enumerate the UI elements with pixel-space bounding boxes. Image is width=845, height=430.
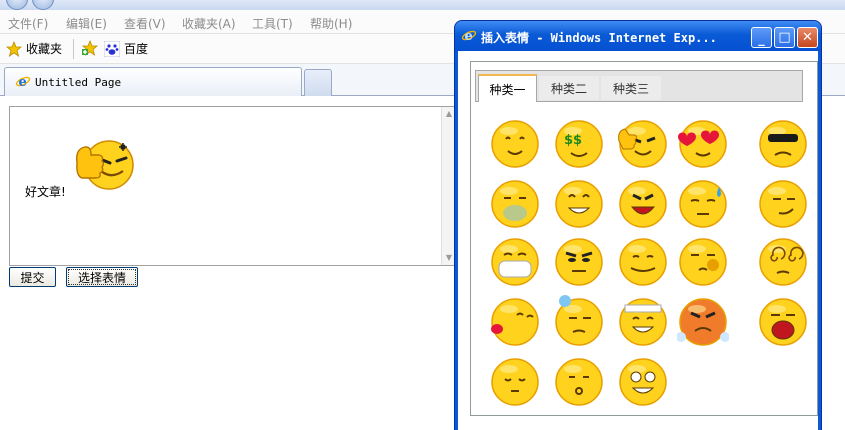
heart-eyes-emoticon[interactable] bbox=[677, 117, 729, 169]
scroll-up-arrow-icon[interactable]: ▲ bbox=[444, 109, 454, 119]
silly-emoticon[interactable] bbox=[617, 355, 669, 407]
add-favorite-icon bbox=[81, 40, 99, 56]
grin-emoticon[interactable] bbox=[553, 177, 605, 229]
forward-button[interactable] bbox=[32, 0, 54, 10]
crying-emoticon[interactable] bbox=[757, 295, 809, 347]
textarea-content: 好文章! bbox=[25, 185, 66, 199]
popup-title-bar[interactable]: e 插入表情 - Windows Internet Exp... _ □ ✕ bbox=[455, 21, 821, 51]
popup-title: 插入表情 - Windows Internet Exp... bbox=[481, 31, 717, 45]
emoticon-panel: 种类一 种类二 种类三 $$ bbox=[470, 61, 818, 416]
submit-button[interactable]: 提交 bbox=[9, 267, 56, 287]
mask-emoticon[interactable] bbox=[489, 235, 541, 287]
awkward-smile-emoticon[interactable] bbox=[617, 235, 669, 287]
menu-file[interactable]: 文件(F) bbox=[8, 15, 48, 32]
star-icon bbox=[6, 40, 22, 57]
tab-category-1[interactable]: 种类一 bbox=[478, 74, 537, 102]
svg-text:e: e bbox=[19, 75, 27, 89]
sick-emoticon[interactable] bbox=[489, 177, 541, 229]
ie-logo-icon: e bbox=[15, 73, 31, 92]
tab-category-3[interactable]: 种类三 bbox=[601, 76, 661, 100]
smile-emoticon[interactable] bbox=[489, 117, 541, 169]
money-eyes-emoticon[interactable]: $$ bbox=[553, 117, 605, 169]
baidu-label: 百度 bbox=[124, 42, 149, 56]
smirk-emoticon[interactable] bbox=[757, 177, 809, 229]
furious-emoticon[interactable] bbox=[617, 177, 669, 229]
menu-tools[interactable]: 工具(T) bbox=[252, 15, 293, 32]
confused-emoticon[interactable] bbox=[677, 235, 729, 287]
comment-textarea[interactable]: 好文章! ▲ ▼ bbox=[9, 106, 456, 266]
angry-shades-emoticon[interactable] bbox=[757, 117, 809, 169]
popup-body: 种类一 种类二 种类三 $$ bbox=[458, 51, 818, 430]
close-icon: ✕ bbox=[802, 30, 813, 45]
insert-emoticon-window: e 插入表情 - Windows Internet Exp... _ □ ✕ 种… bbox=[454, 20, 822, 430]
sweat-drop-emoticon[interactable] bbox=[677, 177, 729, 229]
window-top-edge bbox=[0, 0, 845, 10]
svg-text:$$: $$ bbox=[564, 133, 582, 148]
svg-text:e: e bbox=[465, 29, 473, 43]
menu-help[interactable]: 帮助(H) bbox=[310, 15, 352, 32]
minimize-icon: _ bbox=[758, 32, 765, 47]
favorites-button[interactable]: 收藏夹 bbox=[6, 40, 62, 57]
page-content: 好文章! ▲ ▼ 提交 选择表情 bbox=[0, 97, 458, 430]
menu-view[interactable]: 查看(V) bbox=[124, 15, 166, 32]
new-tab-button[interactable] bbox=[304, 69, 332, 96]
popup-ie-logo-icon: e bbox=[461, 27, 477, 46]
tab-title: Untitled Page bbox=[35, 75, 122, 89]
bandage-laugh-emoticon[interactable] bbox=[617, 295, 669, 347]
favorites-label: 收藏夹 bbox=[26, 42, 63, 56]
whistle-emoticon[interactable] bbox=[553, 355, 605, 407]
glare-emoticon[interactable] bbox=[553, 235, 605, 287]
tab-category-2[interactable]: 种类二 bbox=[539, 76, 599, 100]
close-button[interactable]: ✕ bbox=[797, 27, 818, 48]
sleepy-emoticon[interactable] bbox=[489, 355, 541, 407]
tab-untitled-page[interactable]: e Untitled Page bbox=[4, 67, 302, 96]
maximize-icon: □ bbox=[778, 30, 791, 45]
thumbs-up-emoticon-inserted bbox=[73, 137, 135, 196]
favorites-separator bbox=[73, 39, 74, 59]
textarea-scrollbar[interactable]: ▲ ▼ bbox=[441, 107, 455, 265]
menu-edit[interactable]: 编辑(E) bbox=[66, 15, 107, 32]
steaming-angry-emoticon[interactable] bbox=[677, 295, 729, 347]
nervous-sweat-emoticon[interactable] bbox=[553, 295, 605, 347]
maximize-button[interactable]: □ bbox=[774, 27, 795, 48]
emoticon-category-tabs: 种类一 种类二 种类三 bbox=[475, 70, 803, 102]
add-favorite-button[interactable] bbox=[81, 40, 99, 56]
minimize-button[interactable]: _ bbox=[751, 27, 772, 48]
scroll-down-arrow-icon[interactable]: ▼ bbox=[444, 253, 454, 263]
baidu-link[interactable]: 百度 bbox=[104, 40, 148, 57]
dizzy-emoticon[interactable] bbox=[757, 235, 809, 287]
choose-emoticon-button[interactable]: 选择表情 bbox=[66, 267, 138, 287]
thumbs-up-emoticon[interactable] bbox=[617, 117, 669, 169]
back-button[interactable] bbox=[6, 0, 28, 10]
menu-favorites[interactable]: 收藏夹(A) bbox=[182, 15, 236, 32]
baidu-paw-icon bbox=[104, 40, 120, 57]
kiss-emoticon[interactable] bbox=[489, 295, 541, 347]
